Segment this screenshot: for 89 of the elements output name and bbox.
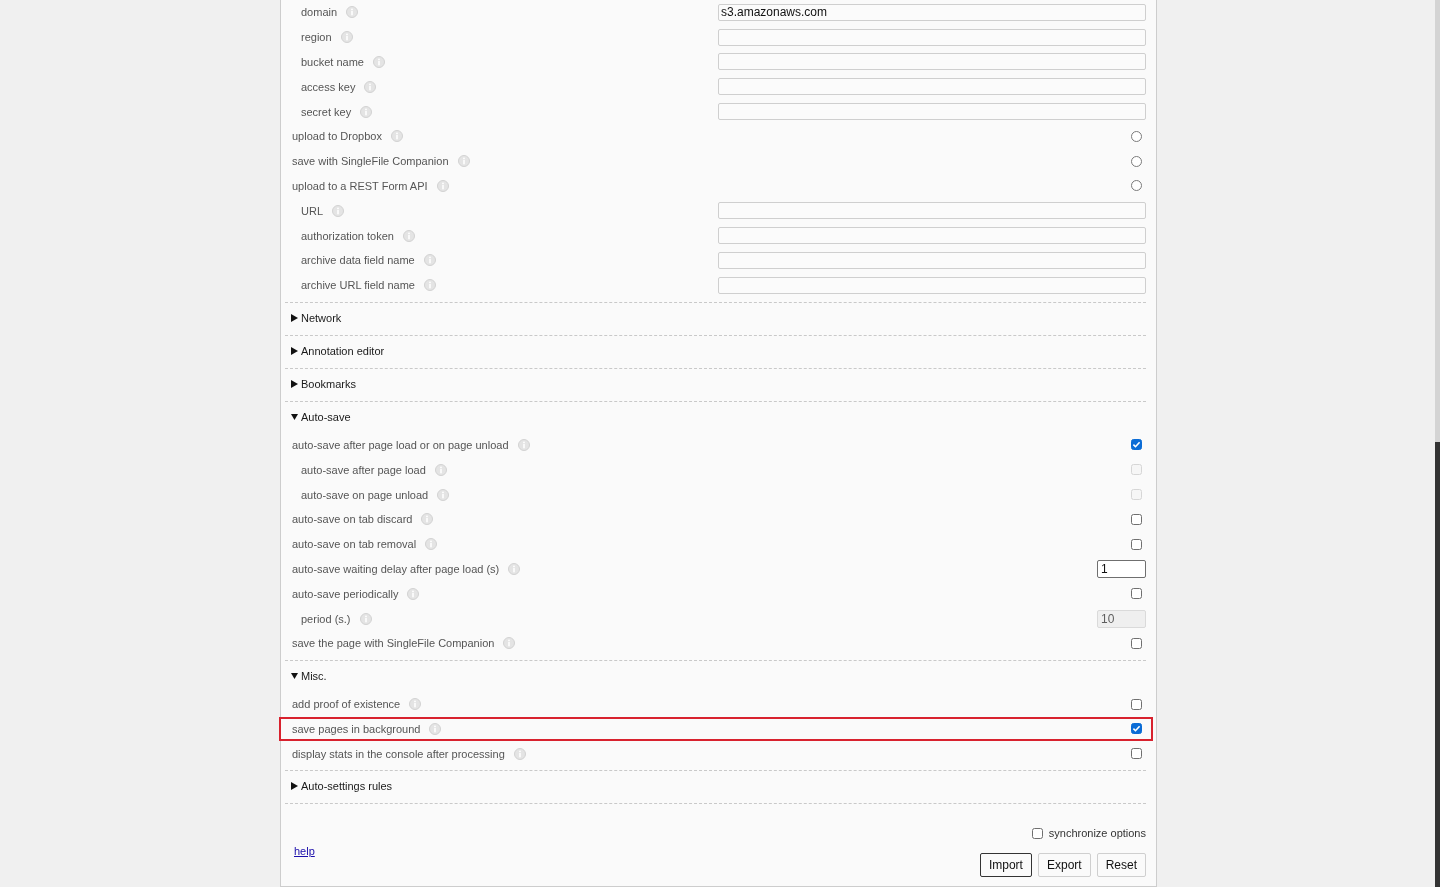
option-label: display stats in the console after processing [292,747,505,760]
caret-down-icon [291,412,298,421]
info-icon[interactable] [503,637,516,650]
info-icon[interactable] [409,698,422,711]
option-label: upload to Dropbox [292,130,382,143]
option-label: auto-save on tab discard [292,513,413,526]
radio-button[interactable] [1131,155,1142,167]
info-icon[interactable] [517,438,530,451]
checkbox[interactable] [1131,513,1142,525]
section-header[interactable]: Auto-save [285,401,351,433]
caret-down-icon [291,671,298,680]
number-field[interactable]: 1 [1097,559,1146,578]
info-icon[interactable] [373,56,385,68]
section-header[interactable]: Auto-settings rules [285,771,393,804]
option-label: archive URL field name [301,279,415,292]
info-icon[interactable] [332,204,344,217]
option-label: save pages in background [292,722,421,735]
text-field[interactable] [718,78,1146,96]
text-field[interactable]: s3.amazonaws.com [718,3,1146,21]
option-label: URL [301,204,323,217]
option-label: add proof of existence [292,698,401,711]
info-icon[interactable] [402,229,415,242]
checkbox[interactable] [1131,637,1142,649]
text-field[interactable] [718,103,1146,121]
info-icon[interactable] [346,6,359,19]
text-field[interactable] [718,28,1146,46]
checkbox[interactable] [1131,538,1142,550]
option-label: auto-save on page unload [301,488,429,501]
option-label: bucket name [301,56,364,68]
checkbox-label: synchronize options [1048,827,1146,839]
checkbox[interactable] [1131,588,1142,600]
info-icon[interactable] [434,463,447,476]
info-icon[interactable] [360,105,373,118]
option-label: auto-save after page load [301,463,426,476]
option-label: period (s.) [301,612,351,625]
caret-right-icon [291,346,298,355]
section-header[interactable]: Misc. [285,660,327,692]
text-field[interactable] [718,227,1146,245]
option-label: auto-save on tab removal [292,538,417,551]
info-icon[interactable] [340,31,353,44]
info-icon[interactable] [359,612,372,625]
scrollbar[interactable] [1435,0,1440,887]
help-link[interactable]: help [294,845,315,857]
action-button[interactable]: Reset [1096,853,1146,877]
text-field[interactable] [718,251,1146,269]
option-label: domain [301,6,338,19]
section-header[interactable]: Network [285,302,342,335]
section-header[interactable]: Annotation editor [285,335,385,368]
info-icon[interactable] [407,587,420,600]
option-label: auto-save periodically [292,587,399,600]
option-label: region [301,31,332,44]
option-label: upload to a REST Form API [292,179,428,192]
checkbox[interactable] [1131,748,1142,760]
info-icon[interactable] [457,155,470,168]
info-icon[interactable] [429,722,442,735]
radio-button[interactable] [1131,180,1142,192]
option-label: secret key [301,105,352,118]
text-field[interactable] [718,53,1146,71]
checkbox[interactable] [1131,439,1142,451]
option-label: save the page with SingleFile Companion [292,637,495,650]
section-header[interactable]: Bookmarks [285,368,357,401]
info-icon[interactable] [364,80,377,93]
info-icon[interactable] [513,747,526,760]
info-icon[interactable] [423,254,436,267]
info-icon[interactable] [423,279,436,292]
option-label: auto-save waiting delay after page load (s) [292,562,500,575]
info-icon[interactable] [437,488,450,501]
option-label: save with SingleFile Companion [292,155,449,168]
info-icon[interactable] [390,130,403,143]
info-icon[interactable] [425,538,438,551]
caret-right-icon [291,313,298,322]
option-label: archive data field name [301,254,415,267]
checkbox[interactable] [1031,827,1043,839]
caret-right-icon [291,379,298,388]
info-icon[interactable] [421,513,434,526]
checkbox[interactable] [1131,723,1142,735]
checkbox[interactable] [1131,698,1142,710]
scrollbar-thumb[interactable] [1435,442,1440,887]
option-label: authorization token [301,229,394,242]
action-button[interactable]: Export [1037,853,1091,877]
text-field[interactable] [718,276,1146,294]
caret-right-icon [291,782,298,791]
text-field[interactable] [718,202,1146,220]
option-label: access key [301,80,356,93]
info-icon[interactable] [508,562,521,575]
radio-button[interactable] [1131,130,1142,142]
info-icon[interactable] [436,179,449,192]
option-label: auto-save after page load or on page unload [292,438,509,451]
action-button[interactable]: Import [979,853,1032,877]
